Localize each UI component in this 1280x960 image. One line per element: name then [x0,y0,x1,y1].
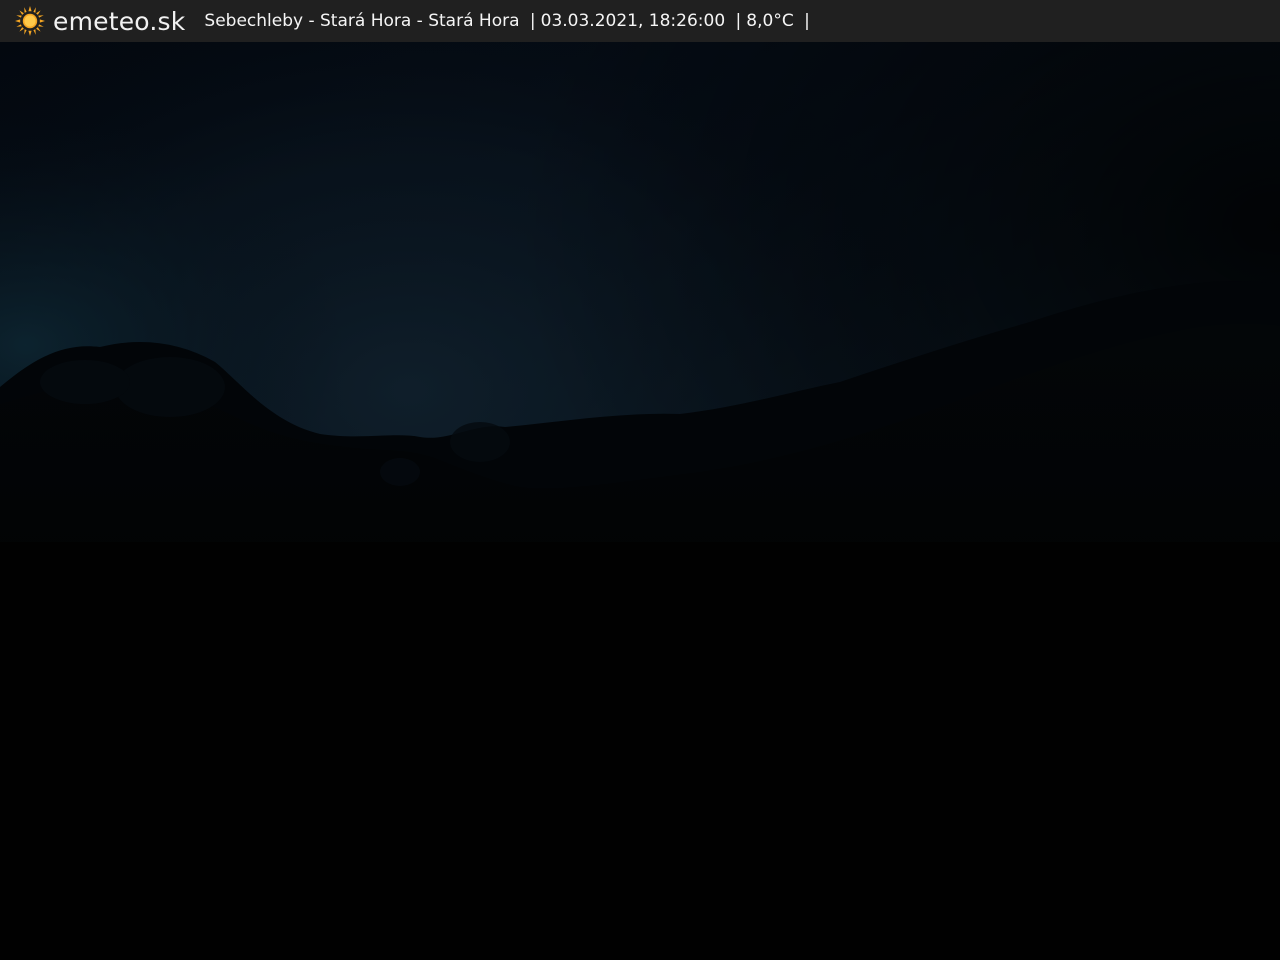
caption-separator: | [804,11,810,31]
site-name: emeteo.sk [53,6,186,36]
capture-datetime: 03.03.2021, 18:26:00 [540,11,726,31]
webcam-night-landscape [0,42,1280,960]
webcam-frame: emeteo.sk Sebechleby - Stará Hora - Star… [0,0,1280,960]
webcam-caption-bar: emeteo.sk Sebechleby - Stará Hora - Star… [0,0,1280,42]
sun-icon [15,6,45,36]
temperature-value: 8,0°C [746,11,794,31]
caption-separator: | [735,11,742,31]
location-name: Sebechleby - Stará Hora - Stará Hora [204,11,520,31]
emeteo-logo[interactable]: emeteo.sk [14,0,185,42]
caption-separator: | [529,11,536,31]
webcam-caption: Sebechleby - Stará Hora - Stará Hora | 03… [204,11,809,31]
